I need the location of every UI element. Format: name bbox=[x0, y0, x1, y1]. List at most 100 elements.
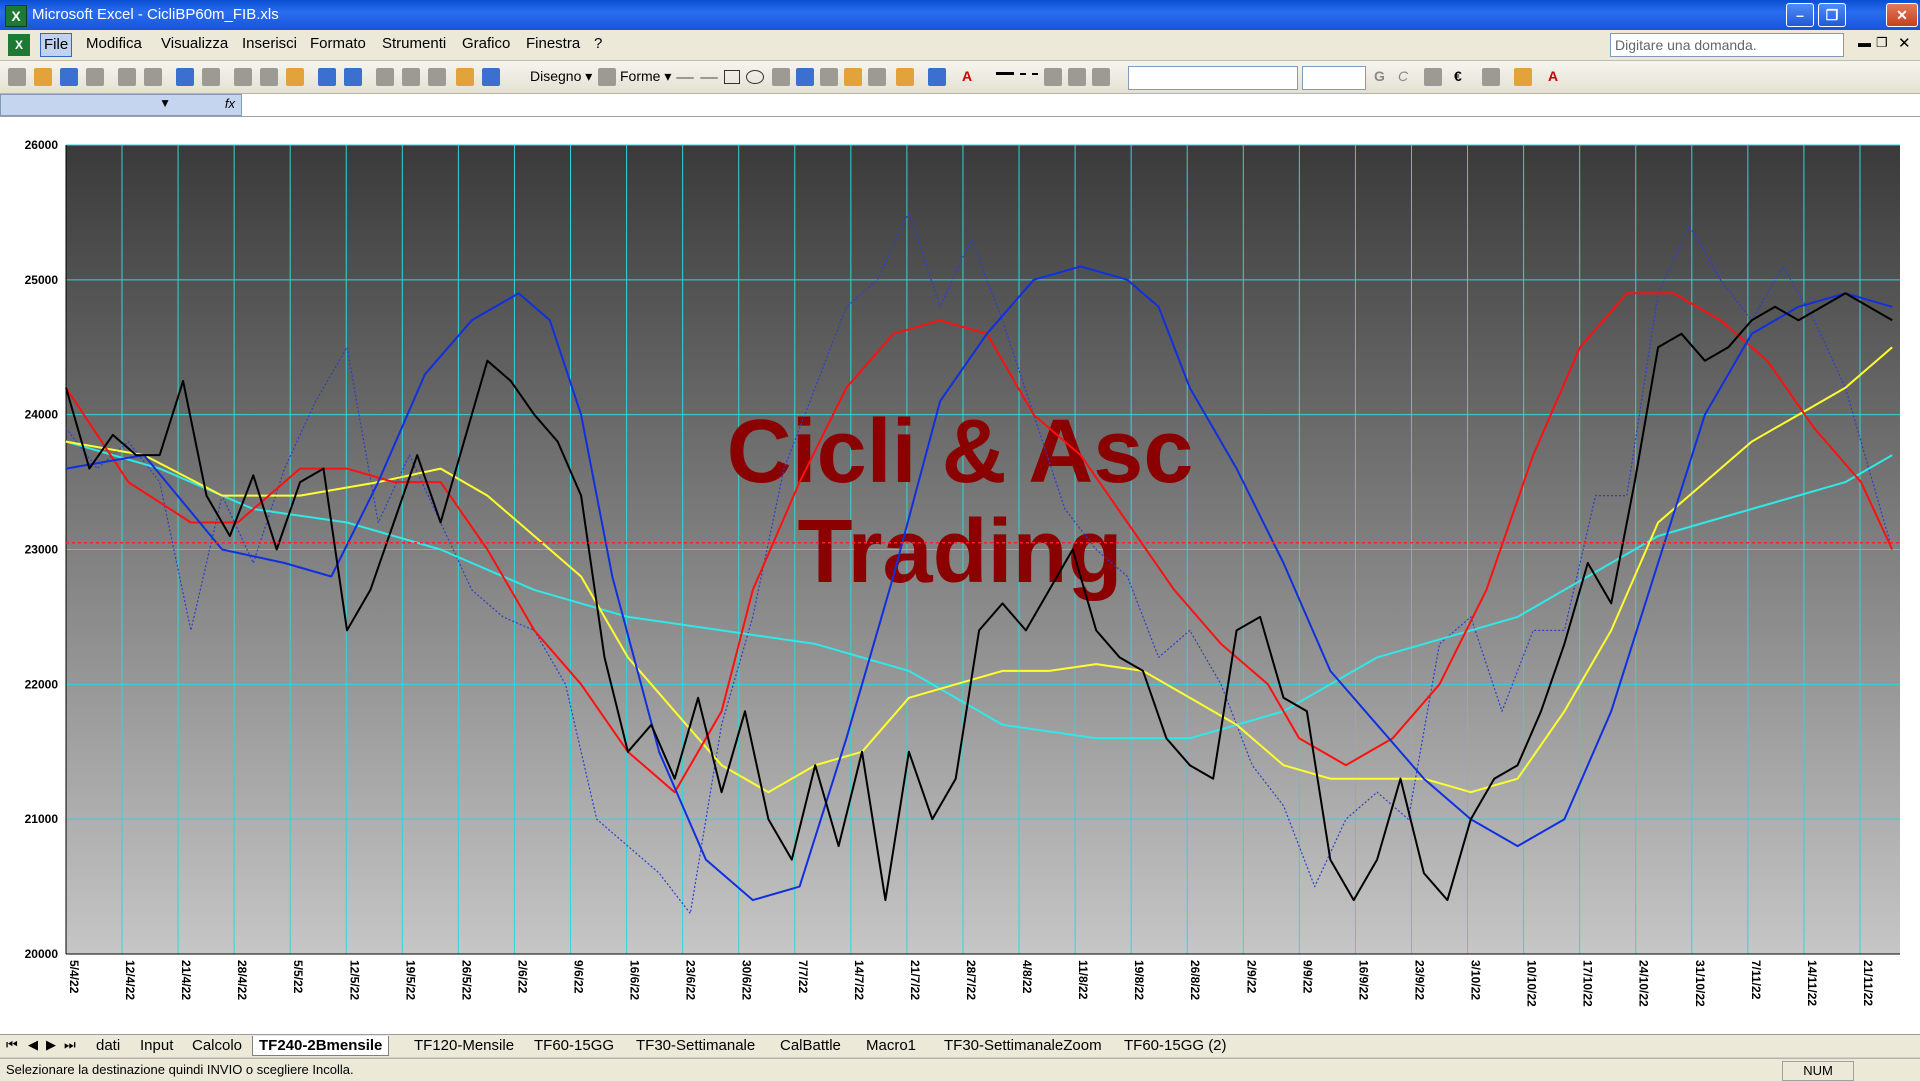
menu-help[interactable]: ? bbox=[594, 35, 602, 52]
bold-button[interactable]: G bbox=[1374, 68, 1385, 84]
fill-color-2-icon[interactable] bbox=[1514, 68, 1532, 86]
x-tick-label: 7/11/22 bbox=[1749, 960, 1763, 1000]
menu-strumenti[interactable]: Strumenti bbox=[382, 35, 446, 52]
function-icon[interactable]: fx bbox=[225, 96, 235, 111]
first-sheet-icon[interactable]: ⏮ bbox=[6, 1037, 18, 1053]
new-icon[interactable] bbox=[8, 68, 26, 86]
font-color-2-icon[interactable]: A bbox=[1548, 68, 1558, 84]
menu-grafico[interactable]: Grafico bbox=[462, 35, 510, 52]
picture-icon[interactable] bbox=[868, 68, 886, 86]
x-tick-label: 3/10/22 bbox=[1469, 960, 1483, 1000]
select-objects-icon[interactable] bbox=[598, 68, 616, 86]
last-sheet-icon[interactable]: ⏭ bbox=[64, 1037, 76, 1053]
restore-button[interactable]: ❐ bbox=[1818, 3, 1846, 27]
autosum-icon[interactable] bbox=[402, 68, 420, 86]
sheet-tab[interactable]: TF120-Mensile bbox=[408, 1036, 520, 1055]
print-icon[interactable] bbox=[118, 68, 136, 86]
x-tick-label: 16/9/22 bbox=[1356, 960, 1370, 1000]
3d-style-icon[interactable] bbox=[1092, 68, 1110, 86]
font-size-dropdown[interactable] bbox=[1302, 66, 1366, 90]
textbox-icon[interactable] bbox=[772, 68, 790, 86]
prev-sheet-icon[interactable]: ◀ bbox=[28, 1037, 38, 1053]
sheet-tab[interactable]: TF240-2Bmensile bbox=[252, 1036, 390, 1056]
help-icon[interactable] bbox=[482, 68, 500, 86]
menu-finestra[interactable]: Finestra bbox=[526, 35, 580, 52]
autoshapes-menu[interactable]: Forme ▾ bbox=[620, 68, 671, 85]
chart-svg[interactable]: 20000 21000 22000 23000 24000 25000 26000 5/4/2… bbox=[0, 117, 1920, 1037]
font-color-icon[interactable]: A bbox=[962, 68, 972, 84]
x-tick-label: 12/5/22 bbox=[347, 960, 361, 1000]
line-style-icon[interactable] bbox=[996, 72, 1014, 83]
sheet-tab[interactable]: TF30-SettimanaleZoom bbox=[938, 1036, 1108, 1055]
rectangle-icon[interactable] bbox=[724, 70, 740, 84]
draw-menu[interactable]: Disegno ▾ bbox=[530, 68, 592, 85]
sheet-tab[interactable]: dati bbox=[90, 1036, 126, 1055]
diagram-icon[interactable] bbox=[820, 68, 838, 86]
menu-inserisci[interactable]: Inserisci bbox=[242, 35, 297, 52]
align-icon[interactable] bbox=[1424, 68, 1442, 86]
wordart-icon[interactable] bbox=[796, 68, 814, 86]
copy-icon[interactable] bbox=[260, 68, 278, 86]
minimize-button[interactable]: – bbox=[1786, 3, 1814, 27]
workbook-icon[interactable]: X bbox=[8, 34, 30, 56]
status-bar: Selezionare la destinazione quindi INVIO… bbox=[0, 1058, 1920, 1081]
sheet-tab[interactable]: CalBattle bbox=[774, 1036, 847, 1055]
oval-icon[interactable] bbox=[746, 70, 764, 84]
x-tick-label: 5/5/22 bbox=[291, 960, 305, 994]
sheet-tab[interactable]: TF60-15GG (2) bbox=[1118, 1036, 1233, 1055]
clipart-icon[interactable] bbox=[844, 68, 862, 86]
name-box-dropdown-icon[interactable]: ▼ bbox=[159, 96, 171, 110]
x-tick-label: 19/8/22 bbox=[1132, 960, 1146, 1000]
open-icon[interactable] bbox=[34, 68, 52, 86]
sheet-tab[interactable]: Macro1 bbox=[860, 1036, 922, 1055]
print-preview-icon[interactable] bbox=[144, 68, 162, 86]
close-workbook-icon[interactable]: ✕ bbox=[1898, 34, 1911, 52]
fill-color-icon[interactable] bbox=[896, 68, 914, 86]
menu-formato[interactable]: Formato bbox=[310, 35, 366, 52]
menu-modifica[interactable]: Modifica bbox=[86, 35, 142, 52]
toolbar: Disegno ▾ Forme ▾ A G C € A bbox=[0, 61, 1920, 94]
sheet-tab[interactable]: TF30-Settimanale bbox=[630, 1036, 761, 1055]
chart-area[interactable]: 20000 21000 22000 23000 24000 25000 26000 5/4/2… bbox=[0, 117, 1920, 1037]
cut-icon[interactable] bbox=[234, 68, 252, 86]
x-tick-label: 31/10/22 bbox=[1693, 960, 1707, 1007]
currency-button[interactable]: € bbox=[1454, 68, 1462, 84]
sort-icon[interactable] bbox=[428, 68, 446, 86]
help-question-box[interactable]: Digitare una domanda. bbox=[1610, 33, 1844, 57]
permission-icon[interactable] bbox=[86, 68, 104, 86]
shadow-icon[interactable] bbox=[1068, 68, 1086, 86]
font-name-dropdown[interactable] bbox=[1128, 66, 1298, 90]
x-tick-label: 10/10/22 bbox=[1525, 960, 1539, 1007]
sheet-tab[interactable]: Calcolo bbox=[186, 1036, 248, 1055]
menu-visualizza[interactable]: Visualizza bbox=[161, 35, 228, 52]
redo-icon[interactable] bbox=[344, 68, 362, 86]
x-tick-label: 21/4/22 bbox=[179, 960, 193, 1000]
arrow-style-icon[interactable] bbox=[1044, 68, 1062, 86]
research-icon[interactable] bbox=[202, 68, 220, 86]
line-icon[interactable] bbox=[676, 77, 694, 79]
excel-app-icon[interactable]: X bbox=[5, 5, 27, 27]
restore-workbook-icon[interactable]: ❐ bbox=[1876, 35, 1888, 51]
borders-icon[interactable] bbox=[1482, 68, 1500, 86]
line-color-icon[interactable] bbox=[928, 68, 946, 86]
x-tick-label: 23/6/22 bbox=[684, 960, 698, 1000]
name-box[interactable]: ▼ fx bbox=[0, 94, 242, 116]
sheet-tab[interactable]: Input bbox=[134, 1036, 179, 1055]
italic-button[interactable]: C bbox=[1398, 68, 1408, 84]
status-message: Selezionare la destinazione quindi INVIO… bbox=[6, 1062, 354, 1077]
next-sheet-icon[interactable]: ▶ bbox=[46, 1037, 56, 1053]
save-icon[interactable] bbox=[60, 68, 78, 86]
arrow-icon[interactable] bbox=[700, 77, 718, 79]
paste-icon[interactable] bbox=[286, 68, 304, 86]
sheet-tab[interactable]: TF60-15GG bbox=[528, 1036, 620, 1055]
x-tick-label: 2/9/22 bbox=[1244, 960, 1258, 994]
dash-style-icon[interactable] bbox=[1020, 73, 1038, 83]
chart-wizard-icon[interactable] bbox=[456, 68, 474, 86]
hyperlink-icon[interactable] bbox=[376, 68, 394, 86]
menu-file[interactable]: File bbox=[40, 33, 73, 57]
close-button[interactable]: ✕ bbox=[1886, 3, 1918, 27]
spelling-icon[interactable] bbox=[176, 68, 194, 86]
x-tick-label: 14/11/22 bbox=[1805, 960, 1819, 1006]
undo-icon[interactable] bbox=[318, 68, 336, 86]
minimize-workbook-icon[interactable]: ▬ bbox=[1858, 35, 1871, 50]
